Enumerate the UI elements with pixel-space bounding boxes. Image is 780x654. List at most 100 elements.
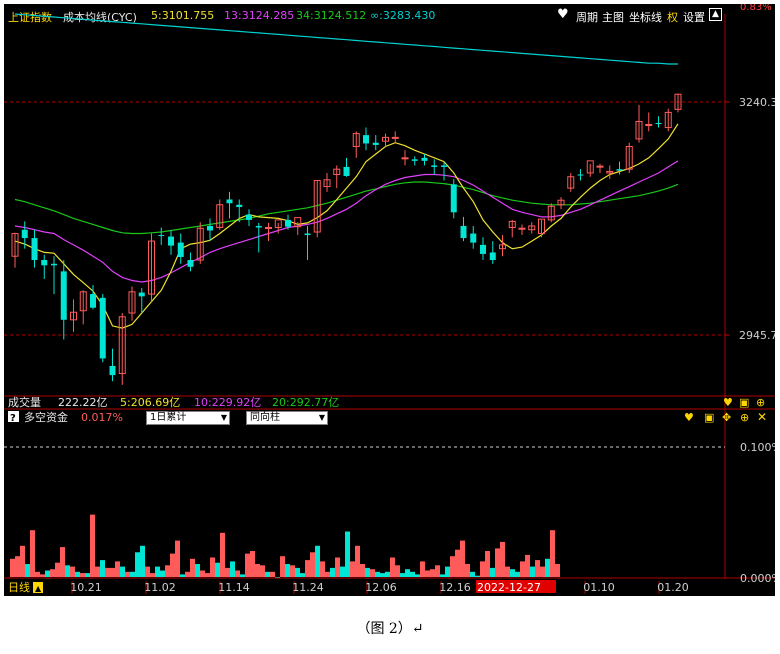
candle[interactable]	[51, 256, 57, 295]
candle[interactable]	[421, 154, 428, 166]
candle[interactable]	[391, 131, 399, 143]
candle[interactable]	[304, 225, 311, 261]
candle[interactable]	[187, 252, 194, 272]
accumulate-select[interactable]: 1日累计 ▼	[146, 411, 230, 425]
date-label: 01.20	[657, 581, 689, 594]
fund-zoom-icon[interactable]: ⊕	[740, 411, 749, 424]
candle[interactable]	[528, 222, 536, 234]
candle[interactable]	[547, 203, 555, 223]
accumulate-select-value: 1日累计	[150, 412, 187, 423]
price-axis-lower: 2945.7	[739, 329, 775, 342]
candle[interactable]	[586, 160, 594, 177]
fund-bar	[480, 561, 485, 577]
fund-bar	[10, 558, 15, 577]
fund-bar	[160, 570, 165, 577]
candle[interactable]	[450, 179, 457, 219]
volume-save-icon[interactable]: ▣	[739, 396, 749, 409]
candle[interactable]	[508, 219, 516, 238]
candle[interactable]	[625, 142, 633, 173]
candle[interactable]	[246, 209, 252, 226]
candle[interactable]	[207, 218, 213, 242]
candle[interactable]	[499, 235, 506, 257]
candle[interactable]	[158, 227, 165, 245]
candle[interactable]	[635, 104, 643, 143]
candle-body	[236, 204, 243, 208]
candle[interactable]	[567, 172, 575, 192]
candle[interactable]	[216, 199, 224, 230]
candle[interactable]	[333, 165, 341, 189]
fund-bar	[400, 573, 405, 577]
candle[interactable]	[265, 222, 272, 242]
candle[interactable]	[60, 260, 67, 340]
candle-body	[109, 365, 116, 376]
candle[interactable]	[382, 133, 389, 147]
bar-type-select[interactable]: 同向柱 ▼	[246, 411, 328, 425]
candle[interactable]	[352, 131, 360, 158]
fund-bar	[70, 566, 75, 577]
date-label: 12.16	[439, 581, 471, 594]
candle[interactable]	[557, 197, 565, 210]
fund-bar	[325, 571, 330, 577]
candle[interactable]	[372, 135, 379, 151]
volume-label[interactable]: 成交量	[8, 395, 41, 409]
candle[interactable]	[323, 172, 331, 192]
candle[interactable]	[343, 157, 350, 177]
candle[interactable]	[109, 348, 116, 382]
fund-label[interactable]: 多空资金	[24, 410, 68, 424]
candle[interactable]	[41, 254, 48, 279]
fund-bar	[425, 570, 430, 577]
candle[interactable]	[480, 237, 486, 261]
fund-move-icon[interactable]: ✥	[722, 411, 731, 424]
candle[interactable]	[411, 156, 418, 166]
candle[interactable]	[664, 108, 672, 132]
fund-close-icon[interactable]: ✕	[757, 410, 767, 424]
candle[interactable]	[236, 199, 243, 223]
candle[interactable]	[489, 241, 496, 264]
candle[interactable]	[226, 191, 233, 219]
candle[interactable]	[401, 150, 409, 166]
candle[interactable]	[363, 127, 369, 151]
candle[interactable]	[518, 224, 526, 236]
candle-body	[372, 142, 379, 145]
candle[interactable]	[674, 93, 682, 113]
volume-heart-icon[interactable]: ♥	[723, 396, 733, 409]
fund-bar	[500, 541, 505, 577]
candle-body	[431, 165, 438, 167]
candle[interactable]	[460, 216, 467, 242]
fund-bar	[350, 561, 355, 577]
candle[interactable]	[70, 299, 77, 332]
volume-zoom-icon[interactable]: ⊕	[756, 396, 765, 409]
candle[interactable]	[118, 313, 126, 385]
candle[interactable]	[431, 159, 438, 175]
candle[interactable]	[79, 290, 87, 325]
candle[interactable]	[99, 294, 106, 363]
candle[interactable]	[596, 163, 604, 173]
candle[interactable]	[313, 180, 321, 238]
candle[interactable]	[148, 233, 155, 302]
fund-bar	[345, 531, 350, 577]
candle[interactable]	[11, 232, 19, 268]
period-label[interactable]: 日线	[8, 580, 30, 594]
candle-body	[177, 242, 184, 257]
candle[interactable]	[294, 217, 302, 236]
candle[interactable]	[168, 230, 174, 255]
candle[interactable]	[470, 225, 477, 249]
candle[interactable]	[606, 165, 614, 180]
candle[interactable]	[645, 112, 653, 132]
fund-bar	[455, 549, 460, 577]
candle[interactable]	[138, 288, 145, 314]
fund-heart-icon[interactable]: ♥	[684, 411, 694, 424]
fund-bar	[280, 556, 285, 577]
candle[interactable]	[31, 229, 38, 268]
fund-bar	[95, 566, 100, 577]
fund-bar	[510, 569, 515, 577]
fund-bar	[395, 565, 400, 577]
candle[interactable]	[577, 169, 584, 181]
ma5-line	[14, 123, 679, 329]
candle[interactable]	[655, 116, 662, 128]
candle[interactable]	[538, 218, 545, 238]
candle[interactable]	[177, 233, 184, 264]
fund-save-icon[interactable]: ▣	[704, 411, 714, 424]
candle[interactable]	[128, 286, 136, 321]
fund-bar	[410, 571, 415, 577]
